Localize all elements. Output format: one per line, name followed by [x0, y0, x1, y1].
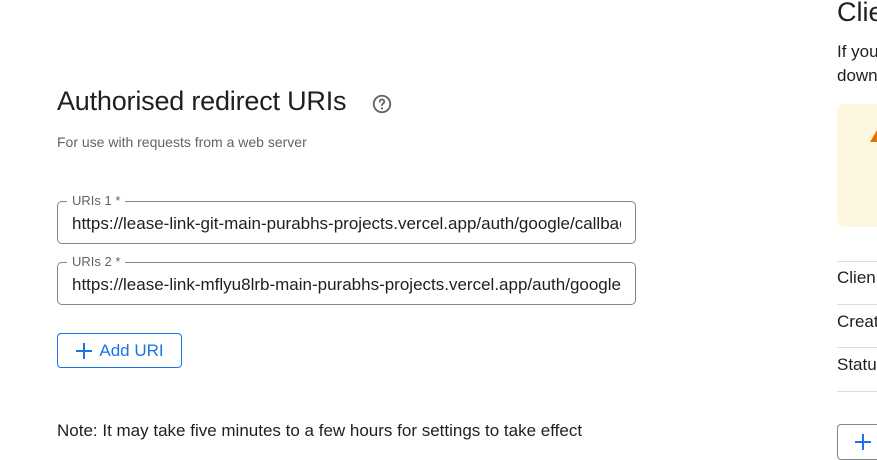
panel-row-client-id: Clien: [837, 268, 876, 287]
panel-title: Clie: [837, 0, 877, 27]
uri-field-1-label: URIs 1 *: [67, 193, 126, 209]
add-uri-label: Add URI: [99, 340, 164, 360]
uri-field-2-input[interactable]: https://lease-link-mflyu8lrb-main-purabh…: [72, 274, 621, 296]
plus-icon: [75, 342, 93, 360]
help-circle-icon[interactable]: [371, 93, 393, 115]
divider: [837, 261, 877, 262]
divider: [837, 347, 877, 348]
warning-triangle-icon: [870, 130, 877, 142]
warning-banner: [837, 104, 877, 227]
uri-field-2[interactable]: URIs 2 * https://lease-link-mflyu8lrb-ma…: [57, 254, 636, 305]
uri-field-2-label: URIs 2 *: [67, 254, 126, 270]
divider: [837, 391, 877, 392]
section-title: Authorised redirect URIs: [57, 86, 347, 116]
uri-field-1[interactable]: URIs 1 * https://lease-link-git-main-pur…: [57, 193, 636, 244]
add-uri-button[interactable]: Add URI: [57, 333, 182, 368]
divider: [837, 304, 877, 305]
oauth-client-edit-page: Authorised redirect URIs For use with re…: [0, 0, 877, 460]
client-info-panel: Clie If you down Clien Creat Statu: [837, 0, 877, 460]
settings-note: Note: It may take five minutes to a few …: [57, 421, 583, 440]
plus-icon: [854, 433, 872, 451]
panel-row-creation-date: Creat: [837, 312, 877, 331]
panel-row-status: Statu: [837, 355, 877, 374]
uri-field-1-input[interactable]: https://lease-link-git-main-purabhs-proj…: [72, 213, 621, 235]
section-subtitle: For use with requests from a web server: [57, 134, 307, 150]
panel-text-line1: If you: [837, 42, 877, 61]
panel-text-line2: down: [837, 66, 877, 85]
